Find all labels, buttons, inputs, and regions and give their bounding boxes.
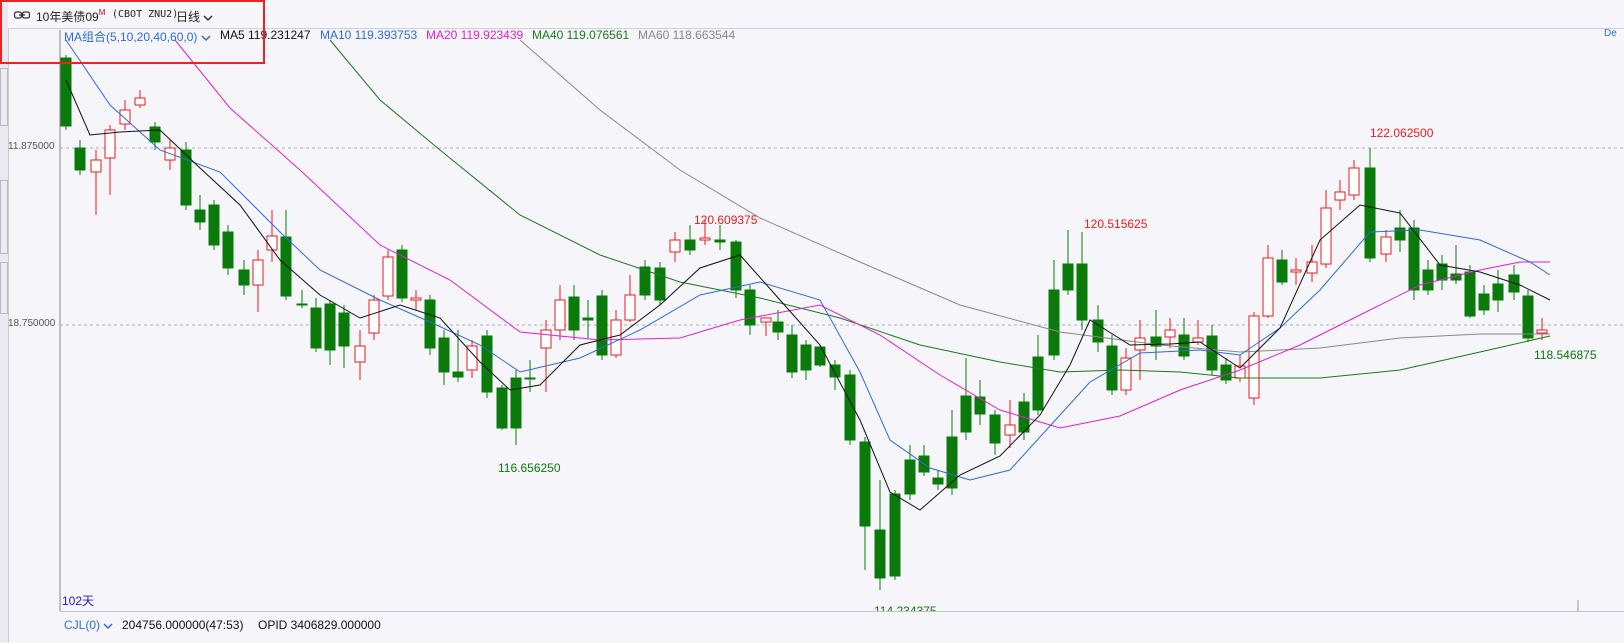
candle-body[interactable]	[1478, 293, 1490, 311]
visible-days-label: 102天	[62, 594, 95, 608]
candle-body[interactable]	[624, 294, 636, 321]
ma20-line	[174, 39, 1550, 429]
cjl-selector[interactable]: CJL(0)	[64, 618, 113, 632]
candle-body[interactable]	[510, 377, 522, 429]
candle-body[interactable]	[1408, 227, 1420, 291]
candle-body[interactable]	[324, 303, 336, 351]
candle-body[interactable]	[496, 387, 508, 429]
candle-body[interactable]	[1290, 269, 1302, 273]
candle-body[interactable]	[610, 319, 622, 356]
candle-body[interactable]	[452, 371, 464, 378]
candle-body[interactable]	[1076, 263, 1088, 321]
candle-body[interactable]	[238, 269, 250, 286]
candle-body[interactable]	[524, 377, 536, 380]
candle-body[interactable]	[974, 396, 986, 415]
candle-body[interactable]	[134, 97, 146, 106]
candle-body[interactable]	[252, 259, 264, 286]
candle-body[interactable]	[1320, 207, 1332, 265]
candle-body[interactable]	[1106, 345, 1118, 391]
candle-body[interactable]	[1276, 259, 1288, 283]
candle-body[interactable]	[699, 237, 711, 241]
candle-body[interactable]	[1536, 329, 1548, 334]
candle-body[interactable]	[669, 239, 681, 253]
candle-body[interactable]	[1306, 261, 1318, 274]
annotation-high-1: 120.609375	[694, 213, 758, 227]
candle-body[interactable]	[1348, 167, 1360, 196]
candle-body[interactable]	[760, 317, 772, 323]
annotation-low-1: 116.656250	[498, 461, 561, 475]
candle-body[interactable]	[266, 235, 278, 251]
candle-body[interactable]	[554, 299, 566, 331]
candle-body[interactable]	[310, 307, 322, 349]
candle-body[interactable]	[60, 57, 72, 127]
candle-body[interactable]	[1522, 295, 1534, 339]
candle-body[interactable]	[1164, 329, 1176, 338]
candle-body[interactable]	[582, 317, 594, 321]
candle-body[interactable]	[1206, 335, 1218, 371]
candle-body[interactable]	[1062, 263, 1074, 291]
candle-body[interactable]	[800, 344, 812, 371]
volume-panel-header: CJL(0) 204756.000000(47:53) OPID 3406829…	[60, 611, 1624, 643]
candle-body[interactable]	[149, 126, 161, 143]
candle-body[interactable]	[989, 414, 1001, 444]
chart-window: 10年美债09M (CBOT ZNU2) 日线 MA组合(5,10,20,40,…	[0, 0, 1624, 643]
candle-body[interactable]	[208, 204, 220, 246]
candle-body[interactable]	[481, 335, 493, 393]
candle-body[interactable]	[338, 312, 350, 347]
candle-body[interactable]	[814, 346, 826, 366]
candle-body[interactable]	[1004, 424, 1016, 436]
candle-body[interactable]	[104, 129, 116, 159]
candle-body[interactable]	[1048, 289, 1060, 356]
candle-body[interactable]	[74, 147, 86, 171]
open-interest-value: OPID 3406829.000000	[258, 618, 381, 632]
candle-body[interactable]	[1422, 269, 1434, 291]
candle-body[interactable]	[540, 329, 552, 349]
volume-value: 204756.000000(47:53)	[122, 618, 244, 632]
candle-body[interactable]	[1178, 334, 1190, 357]
candle-body[interactable]	[1394, 227, 1406, 241]
candles-group	[60, 55, 1548, 590]
annotation-last-low: 118.546875	[1534, 348, 1597, 362]
candle-body[interactable]	[1492, 283, 1504, 301]
candle-body[interactable]	[874, 529, 886, 579]
candle-body[interactable]	[1262, 257, 1274, 317]
candle-body[interactable]	[889, 493, 901, 577]
candle-body[interactable]	[960, 395, 972, 433]
candle-body[interactable]	[904, 459, 916, 495]
annotation-high-3: 122.062500	[1370, 126, 1434, 140]
candle-body[interactable]	[222, 231, 234, 269]
candle-body[interactable]	[410, 297, 422, 301]
candle-body[interactable]	[1334, 191, 1346, 201]
candle-body[interactable]	[1032, 356, 1044, 411]
candle-body[interactable]	[932, 477, 944, 485]
chevron-down-icon	[103, 623, 113, 629]
ma60-line	[519, 39, 1550, 353]
candle-body[interactable]	[382, 256, 394, 297]
candle-body[interactable]	[714, 239, 726, 243]
candle-body[interactable]	[1192, 337, 1204, 343]
candle-body[interactable]	[786, 334, 798, 373]
candle-body[interactable]	[296, 303, 308, 306]
candle-body[interactable]	[1380, 236, 1392, 255]
candle-body[interactable]	[354, 345, 366, 363]
candle-body[interactable]	[946, 436, 958, 489]
annotation-high-2: 120.515625	[1084, 217, 1148, 231]
candle-body[interactable]	[1220, 364, 1232, 381]
candle-body[interactable]	[684, 239, 696, 251]
candle-body[interactable]	[730, 241, 742, 291]
cjl-label: CJL(0)	[64, 618, 101, 632]
candle-body[interactable]	[859, 441, 871, 527]
candle-body[interactable]	[438, 337, 450, 373]
candle-body[interactable]	[90, 159, 102, 173]
candle-body[interactable]	[368, 299, 380, 334]
candle-body[interactable]	[1134, 337, 1146, 351]
candle-body[interactable]	[280, 236, 292, 297]
candle-body[interactable]	[568, 296, 580, 331]
candle-body[interactable]	[1364, 167, 1376, 259]
candle-body[interactable]	[194, 209, 206, 223]
candle-body[interactable]	[654, 267, 666, 301]
candle-body[interactable]	[1464, 271, 1476, 317]
candle-body[interactable]	[772, 321, 784, 333]
candlestick-chart[interactable]	[0, 0, 1624, 642]
